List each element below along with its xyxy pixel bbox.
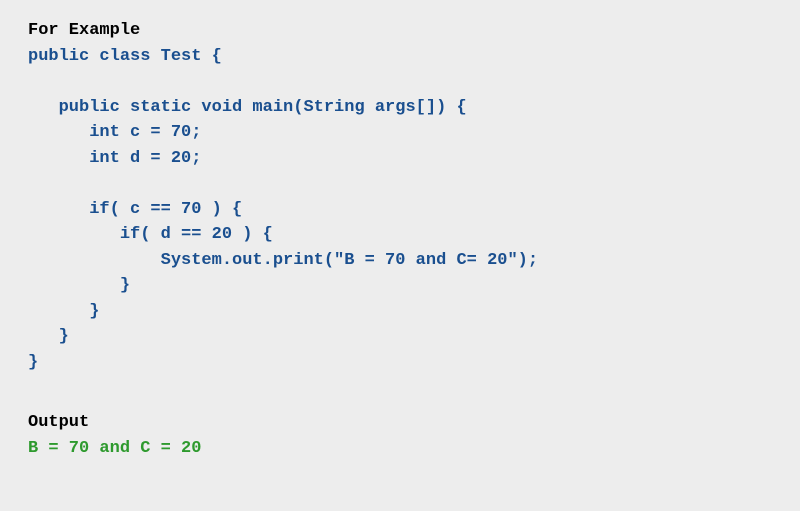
code-line-11: } xyxy=(28,299,772,325)
code-line-9: System.out.print("B = 70 and C= 20"); xyxy=(28,248,772,274)
code-line-5: int d = 20; xyxy=(28,146,772,172)
code-line-12: } xyxy=(28,324,772,350)
code-line-3: public static void main(String args[]) { xyxy=(28,95,772,121)
code-line-7: if( c == 70 ) { xyxy=(28,197,772,223)
code-line-4: int c = 70; xyxy=(28,120,772,146)
output-line: B = 70 and C = 20 xyxy=(28,436,772,462)
code-line-10: } xyxy=(28,273,772,299)
code-line-13: } xyxy=(28,350,772,376)
example-heading: For Example xyxy=(28,18,772,44)
code-line-1: public class Test { xyxy=(28,44,772,70)
code-line-8: if( d == 20 ) { xyxy=(28,222,772,248)
code-line-6 xyxy=(28,171,772,197)
code-line-2 xyxy=(28,69,772,95)
output-heading: Output xyxy=(28,410,772,436)
